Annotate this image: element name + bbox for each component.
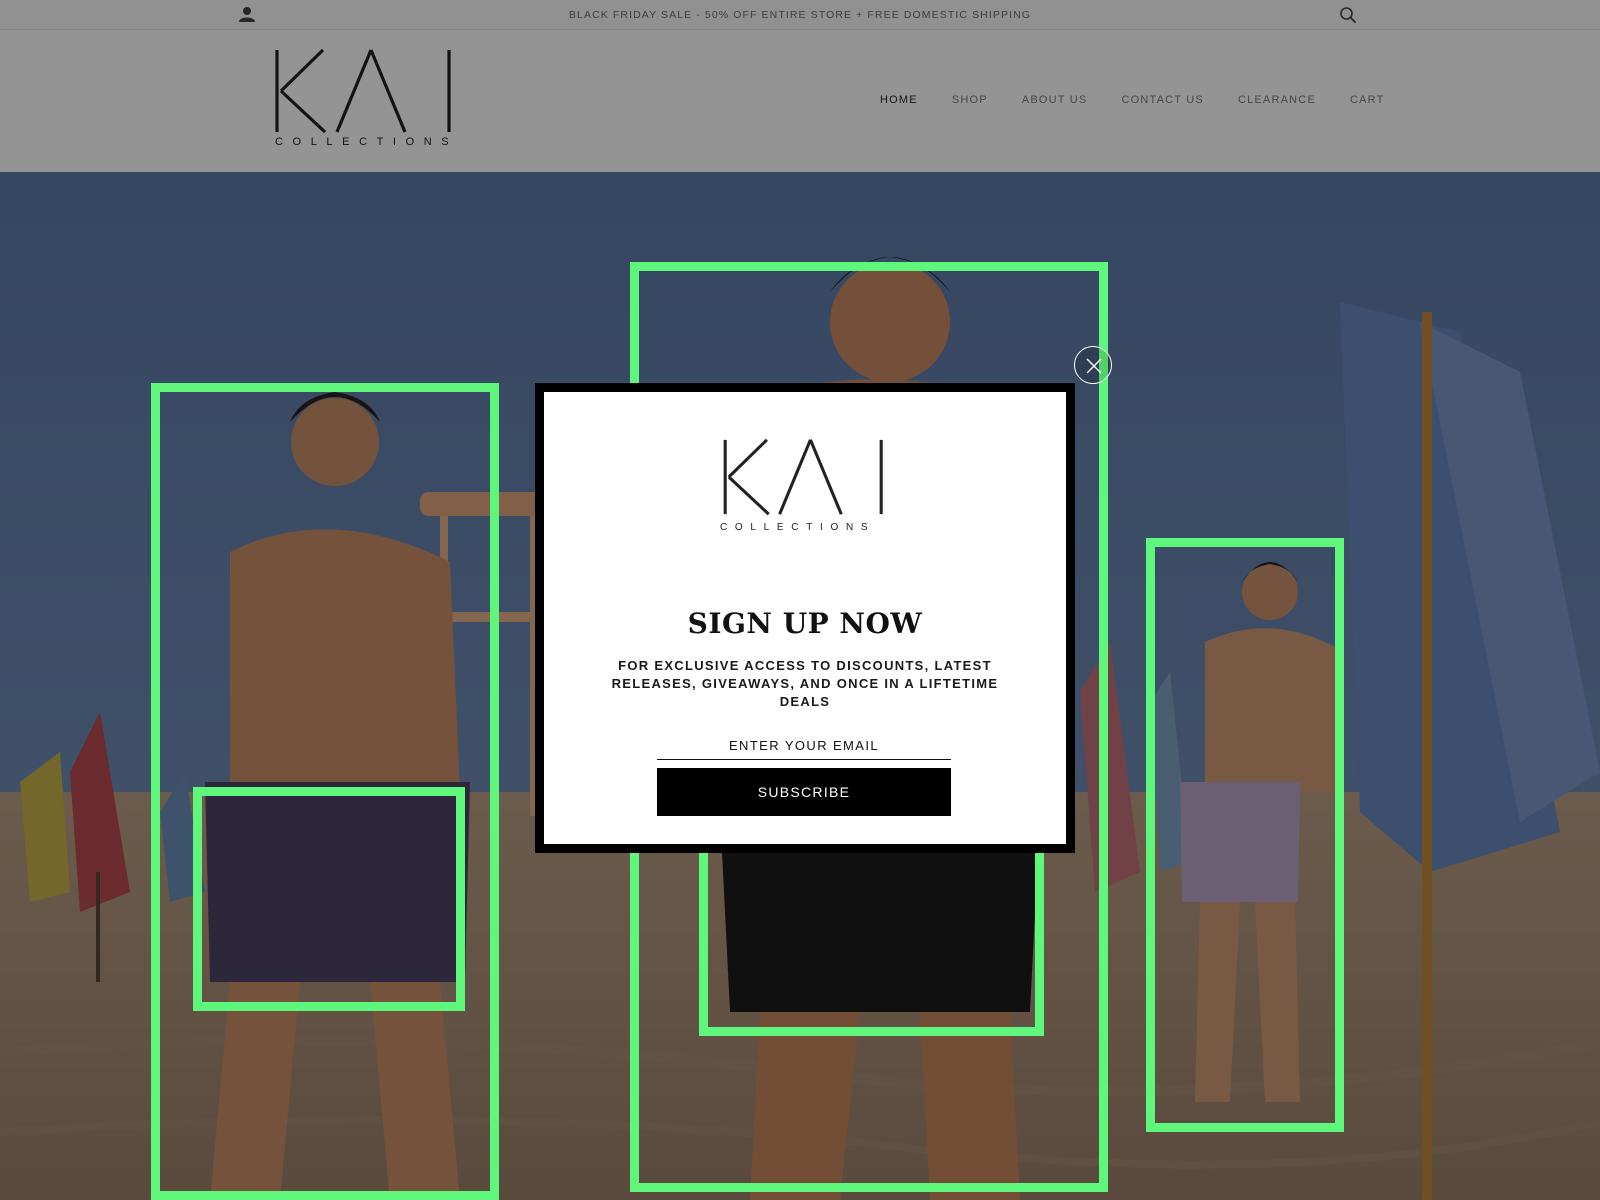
- popup-title: SIGN UP NOW: [687, 607, 923, 640]
- signup-popup: COLLECTIONS SIGN UP NOW FOR EXCLUSIVE AC…: [535, 383, 1075, 853]
- close-popup-button[interactable]: [1074, 346, 1112, 384]
- subscribe-button[interactable]: SUBSCRIBE: [657, 768, 951, 816]
- close-icon: [1086, 358, 1102, 374]
- popup-logo-mark-icon: [723, 438, 883, 516]
- email-input[interactable]: [657, 732, 951, 760]
- popup-description: FOR EXCLUSIVE ACCESS TO DISCOUNTS, LATES…: [611, 658, 999, 709]
- signup-popup-content: COLLECTIONS SIGN UP NOW FOR EXCLUSIVE AC…: [544, 392, 1066, 844]
- popup-brand-tagline: COLLECTIONS: [720, 522, 876, 533]
- page: BLACK FRIDAY SALE - 50% OFF ENTIRE STORE…: [0, 0, 1600, 1200]
- popup-brand-logo: COLLECTIONS: [720, 438, 890, 534]
